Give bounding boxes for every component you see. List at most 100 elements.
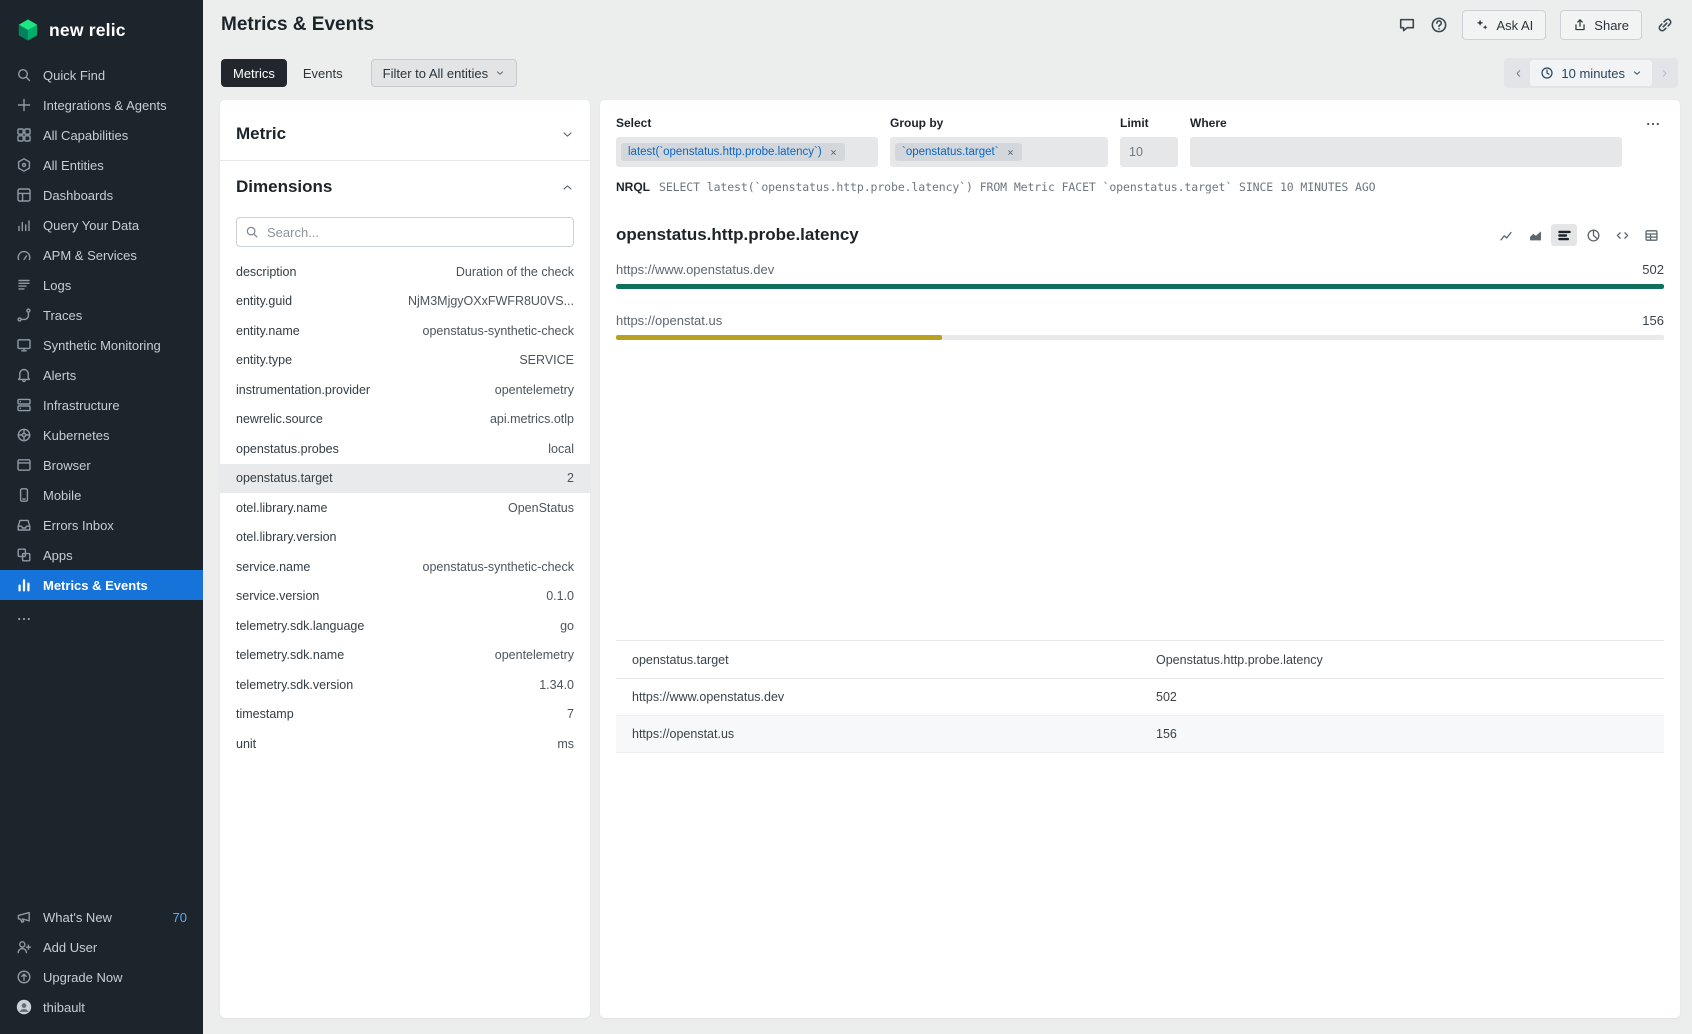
dimension-search-input[interactable] <box>236 217 574 247</box>
where-input[interactable] <box>1195 145 1617 160</box>
table-view-button[interactable] <box>1638 224 1664 246</box>
limit-field <box>1120 137 1178 167</box>
feedback-icon[interactable] <box>1398 16 1416 34</box>
dimension-row[interactable]: unit ms <box>236 729 574 759</box>
sidebar-item-quick-find[interactable]: Quick Find <box>0 60 203 90</box>
sidebar-item-upgrade-now[interactable]: Upgrade Now <box>0 962 203 992</box>
area-chart-view-button[interactable] <box>1522 224 1548 246</box>
sidebar-item-alerts[interactable]: Alerts <box>0 360 203 390</box>
dimension-row[interactable]: instrumentation.provider opentelemetry <box>236 375 574 405</box>
sidebar-more-button[interactable] <box>0 604 203 634</box>
table-cell-latency: 502 <box>1140 679 1664 716</box>
sidebar-item-logs[interactable]: Logs <box>0 270 203 300</box>
help-icon[interactable] <box>1430 16 1448 34</box>
sidebar-item-apm-services[interactable]: APM & Services <box>0 240 203 270</box>
dimension-row[interactable]: otel.library.version <box>236 523 574 553</box>
limit-input[interactable] <box>1125 145 1173 159</box>
sidebar-item-all-entities[interactable]: All Entities <box>0 150 203 180</box>
time-range-label: 10 minutes <box>1561 66 1625 81</box>
sidebar-item-user[interactable]: thibault <box>0 992 203 1022</box>
dimension-name: unit <box>236 737 256 751</box>
pie-chart-icon <box>1586 228 1601 243</box>
sidebar-item-synthetic-monitoring[interactable]: Synthetic Monitoring <box>0 330 203 360</box>
sidebar-item-browser[interactable]: Browser <box>0 450 203 480</box>
line-chart-view-button[interactable] <box>1493 224 1519 246</box>
permalink-icon[interactable] <box>1656 16 1674 34</box>
share-icon <box>1573 18 1587 32</box>
dimension-row[interactable]: telemetry.sdk.version 1.34.0 <box>236 670 574 700</box>
json-view-button[interactable] <box>1609 224 1635 246</box>
megaphone-icon <box>16 909 32 925</box>
group-by-label: Group by <box>890 116 1108 130</box>
dimension-row[interactable]: entity.guid NjM3MjgyOXxFWFR8U0VS... <box>236 287 574 317</box>
group-by-field[interactable]: `openstatus.target` <box>890 137 1108 167</box>
dimensions-section-toggle[interactable]: Dimensions <box>236 169 574 205</box>
sidebar-item-whats-new[interactable]: What's New 70 <box>0 902 203 932</box>
sidebar-item-traces[interactable]: Traces <box>0 300 203 330</box>
dimension-row[interactable]: telemetry.sdk.name opentelemetry <box>236 641 574 671</box>
bar-row[interactable]: https://www.openstatus.dev 502 <box>616 262 1664 289</box>
toolbar: Metrics Events Filter to All entities 10… <box>203 50 1692 96</box>
where-group: Where <box>1190 116 1622 167</box>
sidebar-item-metrics-events[interactable]: Metrics & Events <box>0 570 203 600</box>
sidebar-item-query-your-data[interactable]: Query Your Data <box>0 210 203 240</box>
dimension-row[interactable]: service.version 0.1.0 <box>236 582 574 612</box>
nav-badge: 70 <box>173 910 187 925</box>
table-row[interactable]: https://openstat.us 156 <box>616 716 1664 753</box>
dimension-row[interactable]: description Duration of the check <box>236 257 574 287</box>
select-group: Select latest(`openstatus.http.probe.lat… <box>616 116 878 167</box>
share-button[interactable]: Share <box>1560 10 1642 40</box>
page-header: Metrics & Events Ask AI Share <box>203 0 1692 50</box>
sidebar-item-errors-inbox[interactable]: Errors Inbox <box>0 510 203 540</box>
nrql-query-text[interactable]: SELECT latest(`openstatus.http.probe.lat… <box>659 180 1375 194</box>
dimension-value: 7 <box>567 707 574 721</box>
nrql-preview: NRQL SELECT latest(`openstatus.http.prob… <box>616 180 1664 194</box>
entities-icon <box>16 157 32 173</box>
bar-fill <box>616 335 942 340</box>
sidebar-item-mobile[interactable]: Mobile <box>0 480 203 510</box>
where-field <box>1190 137 1622 167</box>
query-options-button[interactable] <box>1640 114 1666 134</box>
sidebar-item-apps[interactable]: Apps <box>0 540 203 570</box>
remove-select-chip-icon[interactable] <box>829 148 838 157</box>
new-relic-logo <box>16 18 40 42</box>
bar-track <box>616 335 1664 340</box>
remove-group-by-chip-icon[interactable] <box>1006 148 1015 157</box>
metric-section-toggle[interactable]: Metric <box>236 116 574 152</box>
sidebar-item-all-capabilities[interactable]: All Capabilities <box>0 120 203 150</box>
dimension-row[interactable]: openstatus.probes local <box>236 434 574 464</box>
dimension-value: SERVICE <box>519 353 574 367</box>
time-picker-button[interactable]: 10 minutes <box>1530 60 1652 86</box>
dimension-row[interactable]: entity.name openstatus-synthetic-check <box>236 316 574 346</box>
dimension-name: entity.guid <box>236 294 292 308</box>
pie-chart-view-button[interactable] <box>1580 224 1606 246</box>
time-forward-button[interactable] <box>1652 60 1676 86</box>
tab-events[interactable]: Events <box>291 59 355 87</box>
dimension-row[interactable]: entity.type SERVICE <box>236 346 574 376</box>
dimension-list: description Duration of the check entity… <box>236 257 574 759</box>
ask-ai-button[interactable]: Ask AI <box>1462 10 1546 40</box>
sidebar-item-infrastructure[interactable]: Infrastructure <box>0 390 203 420</box>
dimension-name: telemetry.sdk.version <box>236 678 353 692</box>
dimension-row[interactable]: otel.library.name OpenStatus <box>236 493 574 523</box>
dimension-row[interactable]: telemetry.sdk.language go <box>236 611 574 641</box>
table-row[interactable]: https://www.openstatus.dev 502 <box>616 679 1664 716</box>
dimension-row[interactable]: service.name openstatus-synthetic-check <box>236 552 574 582</box>
time-back-button[interactable] <box>1506 60 1530 86</box>
select-field[interactable]: latest(`openstatus.http.probe.latency`) <box>616 137 878 167</box>
dimension-row[interactable]: timestamp 7 <box>236 700 574 730</box>
dimension-row[interactable]: openstatus.target 2 <box>220 464 590 494</box>
sidebar-item-dashboards[interactable]: Dashboards <box>0 180 203 210</box>
bar-chart-view-button[interactable] <box>1551 224 1577 246</box>
sidebar-item-integrations-agents[interactable]: Integrations & Agents <box>0 90 203 120</box>
brand[interactable]: new relic <box>0 12 203 60</box>
sidebar-item-add-user[interactable]: Add User <box>0 932 203 962</box>
entity-filter-button[interactable]: Filter to All entities <box>371 59 518 87</box>
dimension-name: service.name <box>236 560 310 574</box>
bar-label: https://openstat.us <box>616 313 722 328</box>
main: Metrics & Events Ask AI Share Metrics Ev… <box>203 0 1692 1034</box>
tab-metrics[interactable]: Metrics <box>221 59 287 87</box>
bar-row[interactable]: https://openstat.us 156 <box>616 313 1664 340</box>
dimension-row[interactable]: newrelic.source api.metrics.otlp <box>236 405 574 435</box>
sidebar-item-kubernetes[interactable]: Kubernetes <box>0 420 203 450</box>
